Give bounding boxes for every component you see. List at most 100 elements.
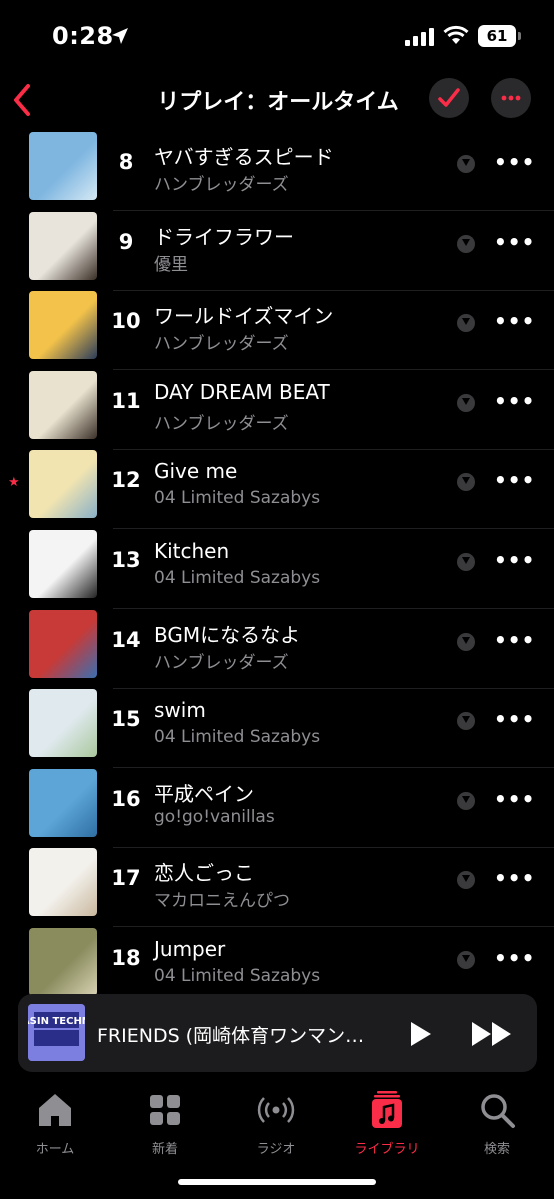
row-more-button[interactable]: ••• bbox=[494, 389, 535, 413]
mini-player[interactable]: BASIN TECHNO FRIENDS (岡崎体育ワンマン… bbox=[18, 994, 537, 1072]
song-row[interactable]: 8 ヤバすぎるスピード ハンブレッダーズ ••• bbox=[0, 130, 554, 211]
song-title: ヤバすぎるスピード bbox=[154, 145, 334, 169]
home-indicator bbox=[178, 1179, 376, 1185]
checkmark-icon bbox=[438, 88, 460, 107]
song-title: Jumper bbox=[154, 937, 226, 961]
tab-label: 検索 bbox=[483, 1142, 510, 1157]
song-row[interactable]: 17 恋人ごっこマカロニえんぴつ ••• bbox=[0, 846, 554, 928]
album-artwork bbox=[29, 370, 97, 439]
song-row[interactable]: 16 平成ペイン go!go!vanillas ••• bbox=[0, 767, 554, 848]
added-check-button[interactable] bbox=[429, 78, 469, 118]
song-artist: 04 Limited Sazabys bbox=[154, 488, 321, 509]
battery-level: 61 bbox=[486, 27, 508, 45]
song-title: swim bbox=[154, 698, 206, 723]
star-icon: ★ bbox=[8, 475, 20, 491]
row-more-button[interactable]: ••• bbox=[494, 707, 535, 731]
song-artist: 04 Limited Sazabys bbox=[154, 568, 321, 588]
song-row[interactable]: 15 swim 04 Limited Sazabys ••• bbox=[0, 687, 554, 769]
downloaded-icon bbox=[457, 791, 475, 810]
album-artwork bbox=[29, 530, 97, 598]
album-artwork bbox=[29, 609, 97, 678]
downloaded-icon bbox=[457, 871, 475, 890]
song-title: Give me bbox=[154, 459, 238, 484]
ellipsis-icon bbox=[501, 95, 521, 101]
row-more-button[interactable]: ••• bbox=[494, 548, 535, 572]
tab-label: 新着 bbox=[151, 1142, 178, 1157]
artwork-text-1: BASIN TECHNO bbox=[28, 1016, 85, 1027]
song-row[interactable]: 10 ワールドイズマイン ハンブレッダーズ ••• bbox=[0, 289, 554, 371]
song-row[interactable]: 14 BGMになるなよハンブレッダーズ ••• bbox=[0, 608, 554, 689]
row-more-button[interactable]: ••• bbox=[494, 230, 535, 254]
more-options-button[interactable] bbox=[491, 78, 531, 118]
song-artist: ハンブレッダーズ bbox=[154, 334, 289, 355]
fast-forward-icon[interactable] bbox=[470, 1020, 514, 1048]
rank-number: 11 bbox=[111, 388, 141, 413]
album-artwork bbox=[29, 928, 97, 995]
play-icon[interactable] bbox=[406, 1020, 434, 1048]
song-list: 8 ヤバすぎるスピード ハンブレッダーズ ••• 9 ドライフラワー 優里 ••• 10 ワールド… bbox=[0, 130, 554, 995]
tab-search[interactable]: 検索 bbox=[452, 1090, 542, 1157]
tab-new[interactable]: 新着 bbox=[120, 1090, 210, 1157]
song-row[interactable]: 11 DAY DREAM BEAT ハンブレッダーズ ••• bbox=[0, 369, 554, 450]
rank-number: 12 bbox=[111, 468, 141, 493]
album-artwork bbox=[29, 291, 97, 360]
tab-radio[interactable]: ラジオ bbox=[231, 1090, 321, 1157]
song-artist: ハンブレッダーズ bbox=[154, 652, 289, 673]
album-artwork bbox=[29, 768, 97, 837]
row-more-button[interactable]: ••• bbox=[494, 468, 535, 492]
song-title: 平成ペイン bbox=[154, 781, 254, 806]
now-playing-artwork: BASIN TECHNO bbox=[28, 1004, 85, 1061]
tab-home[interactable]: ホーム bbox=[10, 1090, 100, 1157]
album-artwork bbox=[29, 689, 97, 758]
song-artist: マカロニえんぴつ bbox=[154, 891, 290, 912]
rank-number: 9 bbox=[118, 229, 134, 254]
rank-number: 10 bbox=[111, 309, 141, 334]
cellular-signal-icon bbox=[405, 28, 434, 46]
album-artwork bbox=[29, 450, 97, 519]
wifi-icon bbox=[443, 25, 469, 44]
rank-number: 14 bbox=[111, 627, 141, 652]
home-icon bbox=[39, 1094, 71, 1126]
song-artist: go!go!vanillas bbox=[154, 806, 275, 827]
row-more-button[interactable]: ••• bbox=[494, 946, 535, 970]
song-row[interactable]: 13 Kitchen 04 Limited Sazabys ••• bbox=[0, 528, 554, 609]
song-artist: ハンブレッダーズ bbox=[154, 413, 289, 434]
rank-number: 17 bbox=[111, 866, 141, 891]
song-title: DAY DREAM BEAT bbox=[154, 379, 330, 404]
battery-icon: 61 bbox=[478, 25, 521, 47]
song-row[interactable]: 9 ドライフラワー 優里 ••• bbox=[0, 210, 554, 291]
tab-label: ライブラリ bbox=[354, 1142, 420, 1157]
downloaded-icon bbox=[457, 632, 475, 651]
song-row[interactable]: ★ 12 Give me 04 Limited Sazabys ••• bbox=[0, 448, 554, 530]
tab-label: ラジオ bbox=[256, 1142, 296, 1157]
row-more-button[interactable]: ••• bbox=[494, 866, 535, 890]
rank-number: 18 bbox=[111, 946, 141, 970]
song-artist: ハンブレッダーズ bbox=[154, 175, 289, 195]
row-more-button[interactable]: ••• bbox=[494, 309, 535, 333]
downloaded-icon bbox=[457, 314, 475, 333]
song-row[interactable]: 18 Jumper 04 Limited Sazabys ••• bbox=[0, 926, 554, 995]
row-more-button[interactable]: ••• bbox=[494, 628, 535, 652]
rank-number: 13 bbox=[111, 548, 141, 572]
tab-library[interactable]: ライブラリ bbox=[342, 1090, 432, 1157]
album-artwork bbox=[29, 848, 97, 917]
song-title: Kitchen bbox=[154, 539, 230, 563]
song-title: 恋人ごっこ bbox=[154, 861, 254, 886]
radio-icon bbox=[257, 1097, 295, 1123]
rank-number: 16 bbox=[111, 786, 141, 811]
song-artist: 04 Limited Sazabys bbox=[154, 727, 321, 748]
rank-number: 15 bbox=[111, 707, 141, 732]
row-more-button[interactable]: ••• bbox=[494, 150, 535, 174]
downloaded-icon bbox=[457, 951, 475, 969]
downloaded-icon bbox=[457, 473, 475, 492]
song-title: BGMになるなよ bbox=[154, 622, 301, 647]
status-bar: 0:28 61 bbox=[0, 0, 554, 72]
search-icon bbox=[481, 1094, 515, 1128]
song-title: ドライフラワー bbox=[154, 224, 294, 249]
row-more-button[interactable]: ••• bbox=[494, 787, 535, 811]
album-artwork bbox=[29, 132, 97, 200]
page-title: リプレイ：オールタイム bbox=[157, 90, 399, 115]
location-arrow-icon bbox=[112, 28, 128, 44]
grid-icon bbox=[150, 1095, 180, 1125]
song-artist: 04 Limited Sazabys bbox=[154, 966, 321, 986]
